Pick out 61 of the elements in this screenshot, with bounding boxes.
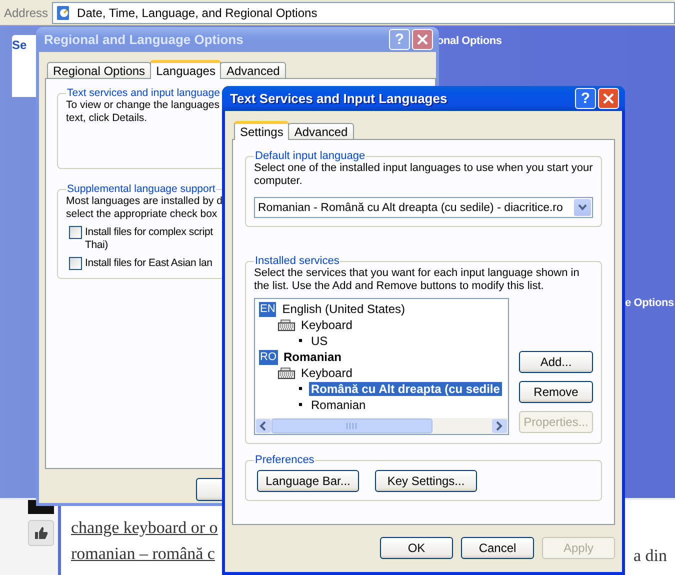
address-text: Date, Time, Language, and Regional Options — [77, 6, 318, 20]
dialog-button[interactable]: OK — [380, 537, 453, 559]
window-title: Text Services and Input Languages — [230, 91, 448, 106]
dialog-button[interactable] — [196, 478, 223, 501]
checkbox[interactable] — [69, 257, 82, 270]
tree-item[interactable]: English (United States) — [280, 302, 408, 316]
thumbs-up-icon — [34, 526, 48, 540]
language-badge: EN — [259, 302, 276, 316]
help-button[interactable]: ? — [575, 88, 596, 109]
language-dropdown[interactable]: Romanian - Română cu Alt dreapta (cu sedile) - diacritice.ro — [254, 197, 593, 218]
article-fragment: a din — [633, 546, 667, 566]
keyboard-icon — [278, 319, 295, 331]
group-text: Most languages are installed by d select the appropriate check box — [66, 195, 222, 221]
category-heading: e Options — [625, 297, 674, 309]
chevron-down-icon — [578, 204, 587, 211]
checkbox-label: Install files for complex script Thai) — [85, 226, 213, 252]
keyboard-icon — [278, 367, 295, 379]
close-icon — [417, 34, 428, 45]
tree-item[interactable]: Română cu Alt dreapta (cu sedile — [309, 382, 502, 396]
tab[interactable]: Advanced — [288, 123, 354, 140]
checkbox[interactable] — [69, 226, 82, 239]
close-button[interactable] — [412, 29, 433, 50]
tab[interactable]: Languages — [150, 60, 222, 79]
side-panel-heading: Se — [12, 38, 27, 52]
preferences-button[interactable]: Key Settings... — [375, 470, 477, 492]
service-button[interactable]: Add... — [519, 351, 593, 373]
tab[interactable]: Settings — [234, 121, 290, 140]
bullet-icon — [297, 386, 305, 392]
group-title: Text services and input language — [66, 87, 221, 99]
group-text: Select one of the installed input languages to use when you start your computer. — [254, 162, 593, 188]
bullet-icon — [297, 402, 305, 408]
group-text: To view or change the languages text, click Details. — [66, 99, 220, 125]
tree-item[interactable]: Romanian — [282, 350, 344, 364]
tree-item[interactable]: US — [309, 334, 330, 348]
tab[interactable]: Regional Options — [47, 62, 152, 79]
preferences-button[interactable]: Language Bar... — [257, 470, 359, 492]
bullet-icon — [297, 338, 305, 344]
group-title: Installed services — [254, 255, 340, 267]
address-field[interactable]: Date, Time, Language, and Regional Options — [52, 2, 675, 24]
services-tree[interactable]: EN English (United States) Keyboard US RO Romanian Keyboard Română cu Alt dreapta (cu sedile Romanian — [254, 298, 509, 435]
article-line: change keyboard or o — [71, 518, 218, 538]
tree-item[interactable]: Romanian — [309, 398, 368, 412]
group-title: Supplemental language support — [66, 183, 216, 195]
service-button[interactable]: Remove — [519, 381, 593, 403]
tree-item[interactable]: Keyboard — [299, 318, 354, 332]
like-button[interactable] — [28, 520, 54, 546]
close-icon — [603, 93, 614, 104]
dialog-button[interactable]: Cancel — [461, 537, 534, 559]
checkbox-label: Install files for East Asian lan — [85, 257, 212, 270]
group-text: Select the services that you want for each input language shown in the list. Use the Add and Remove buttons to modify this list. — [254, 267, 580, 293]
window-title: Regional and Language Options — [44, 32, 244, 47]
address-label: Address — [4, 6, 48, 20]
side-panel — [12, 35, 38, 97]
article-line: romanian – română c — [71, 544, 215, 564]
tab[interactable]: Advanced — [220, 62, 286, 79]
group-title: Preferences — [254, 454, 316, 466]
horizontal-scrollbar[interactable] — [255, 418, 508, 434]
tree-item[interactable]: Keyboard — [299, 366, 354, 380]
close-button[interactable] — [598, 88, 619, 109]
group-title: Default input language — [254, 150, 366, 162]
language-badge: RO — [259, 350, 278, 364]
